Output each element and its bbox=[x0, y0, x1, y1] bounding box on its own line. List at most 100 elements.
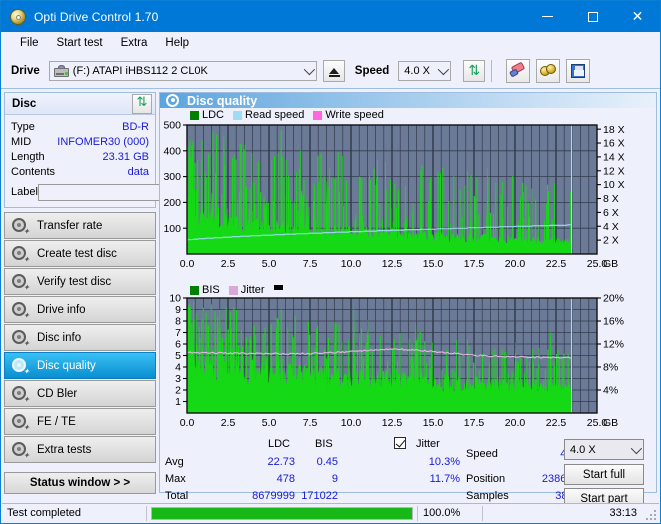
bitsetting-button[interactable] bbox=[536, 59, 561, 83]
test-speed-select[interactable]: 4.0 X bbox=[564, 439, 644, 461]
svg-text:8 X: 8 X bbox=[603, 194, 619, 206]
sidebar-item-label: Verify test disc bbox=[37, 275, 112, 288]
drive-label: Drive bbox=[11, 65, 40, 77]
disc-row-type: Type BD-R bbox=[11, 119, 149, 134]
content-area: Disc quality LDC Read speed Write speed … bbox=[159, 89, 660, 510]
resize-grip[interactable] bbox=[645, 509, 656, 520]
disc-test-icon: ✦ bbox=[12, 301, 30, 319]
chevron-down-icon bbox=[630, 442, 643, 455]
speed-select[interactable]: 4.0 X bbox=[398, 61, 452, 81]
svg-text:15.0: 15.0 bbox=[423, 417, 444, 429]
minimize-button[interactable] bbox=[525, 1, 570, 32]
disc-length-value: 23.31 GB bbox=[102, 150, 149, 163]
svg-text:17.5: 17.5 bbox=[464, 417, 485, 429]
sidebar-item-label: Disc quality bbox=[37, 359, 96, 372]
stats-bis-avg: 0.45 bbox=[316, 456, 338, 469]
legend-swatch-ldc bbox=[190, 110, 199, 120]
menu-extra[interactable]: Extra bbox=[112, 34, 157, 52]
disc-quality-header: Disc quality bbox=[160, 93, 656, 109]
svg-text:6: 6 bbox=[175, 339, 181, 351]
svg-text:300: 300 bbox=[163, 172, 181, 184]
svg-text:15.0: 15.0 bbox=[423, 258, 444, 270]
drive-select[interactable]: (F:) ATAPI iHBS112 2 CL0K bbox=[48, 61, 317, 81]
close-icon: ✕ bbox=[631, 8, 644, 25]
disc-refresh-button[interactable]: ⇅ bbox=[132, 93, 152, 114]
sidebar-item-disc-quality[interactable]: ✦ Disc quality bbox=[4, 352, 156, 379]
disc-length-label: Length bbox=[11, 150, 45, 163]
sidebar-item-drive-info[interactable]: ✦ Drive info bbox=[4, 296, 156, 323]
test-speed-value: 4.0 X bbox=[570, 443, 596, 456]
svg-text:10: 10 bbox=[169, 293, 181, 305]
eject-button[interactable] bbox=[322, 60, 345, 82]
legend-label: Write speed bbox=[325, 109, 384, 122]
legend-write-speed: Write speed bbox=[313, 109, 384, 121]
disc-contents-value: data bbox=[127, 165, 149, 178]
sidebar-item-disc-info[interactable]: ✦ Disc info bbox=[4, 324, 156, 351]
status-message-cell: Test completed bbox=[2, 504, 146, 523]
sidebar-item-fe-te[interactable]: ✦ FE / TE bbox=[4, 408, 156, 435]
status-bar: Test completed 100.0% 33:13 bbox=[2, 503, 659, 522]
stats-bis-total: 171022 bbox=[301, 490, 338, 503]
svg-text:16%: 16% bbox=[603, 316, 624, 328]
sidebar-item-cd-bler[interactable]: ✦ CD Bler bbox=[4, 380, 156, 407]
disc-quality-icon bbox=[166, 93, 180, 108]
svg-text:7: 7 bbox=[175, 328, 181, 340]
erase-button[interactable] bbox=[506, 59, 531, 83]
sidebar-item-extra-tests[interactable]: ✦ Extra tests bbox=[4, 436, 156, 463]
body: Disc ⇅ Type BD-R MID INFOMER30 (000) Len… bbox=[1, 89, 660, 510]
disc-panel-title: Disc bbox=[12, 97, 37, 110]
chart-bis-legend: BIS Jitter bbox=[190, 284, 283, 296]
disc-test-icon: ✦ bbox=[12, 385, 30, 403]
disc-mid-label: MID bbox=[11, 135, 32, 148]
refresh-button[interactable]: ⇅ bbox=[463, 60, 486, 82]
menu-start-test[interactable]: Start test bbox=[48, 34, 112, 52]
disc-type-value: BD-R bbox=[122, 120, 149, 133]
disc-test-icon: ✦ bbox=[12, 273, 30, 291]
svg-text:100: 100 bbox=[163, 223, 181, 235]
svg-text:4: 4 bbox=[175, 362, 181, 374]
legend-marker-black bbox=[273, 284, 283, 290]
menu-help[interactable]: Help bbox=[156, 34, 198, 52]
legend-read-speed: Read speed bbox=[233, 109, 304, 121]
page-title: Disc quality bbox=[187, 93, 258, 108]
sidebar-item-transfer-rate[interactable]: ✦ Transfer rate bbox=[4, 212, 156, 239]
chart-bis-canvas: 12345678910 4% 8% 12% 16% 20% 0.0 2.5 5.0 7.5 10.0… bbox=[169, 293, 624, 429]
stats-ldc-avg: 22.73 bbox=[267, 456, 295, 469]
sidebar-item-create-test-disc[interactable]: ✦ Create test disc bbox=[4, 240, 156, 267]
maximize-button[interactable] bbox=[570, 1, 615, 32]
disc-type-label: Type bbox=[11, 120, 35, 133]
sidebar-item-verify-test-disc[interactable]: ✦ Verify test disc bbox=[4, 268, 156, 295]
menu-file[interactable]: File bbox=[11, 34, 48, 52]
stats-row-label-total: Total bbox=[165, 490, 189, 503]
disc-panel-body: Type BD-R MID INFOMER30 (000) Length 23.… bbox=[5, 115, 241, 207]
status-window-button[interactable]: Status window > > bbox=[4, 472, 156, 494]
svg-text:20.0: 20.0 bbox=[505, 258, 526, 270]
jitter-label: Jitter bbox=[416, 438, 440, 451]
disc-test-icon: ✦ bbox=[12, 413, 30, 431]
progress-bar bbox=[151, 506, 413, 520]
disc-label-label: Label bbox=[11, 186, 38, 198]
svg-text:0.0: 0.0 bbox=[180, 417, 195, 429]
start-full-button[interactable]: Start full bbox=[564, 464, 644, 486]
save-button[interactable] bbox=[566, 59, 591, 83]
jitter-checkbox[interactable] bbox=[394, 437, 406, 450]
svg-text:GB: GB bbox=[603, 258, 618, 270]
speed-stat-label: Speed bbox=[466, 448, 498, 461]
svg-text:7.5: 7.5 bbox=[303, 417, 318, 429]
sidebar-item-label: FE / TE bbox=[37, 415, 76, 428]
stats-row-label-avg: Avg bbox=[165, 456, 184, 469]
svg-text:20%: 20% bbox=[603, 293, 624, 305]
svg-text:9: 9 bbox=[175, 305, 181, 317]
sidebar-item-label: Extra tests bbox=[37, 443, 92, 456]
disc-row-mid: MID INFOMER30 (000) bbox=[11, 134, 149, 149]
checkbox-icon bbox=[394, 437, 406, 450]
close-button[interactable]: ✕ bbox=[615, 1, 660, 32]
svg-text:0.0: 0.0 bbox=[180, 258, 195, 270]
svg-text:2: 2 bbox=[175, 385, 181, 397]
elapsed-cell: 33:13 bbox=[483, 504, 659, 523]
sidebar: Disc ⇅ Type BD-R MID INFOMER30 (000) Len… bbox=[1, 89, 241, 494]
disc-label-row: Label bbox=[11, 182, 241, 202]
speed-label: Speed bbox=[354, 65, 390, 77]
legend-swatch-write-speed bbox=[313, 110, 323, 120]
svg-text:400: 400 bbox=[163, 146, 181, 158]
